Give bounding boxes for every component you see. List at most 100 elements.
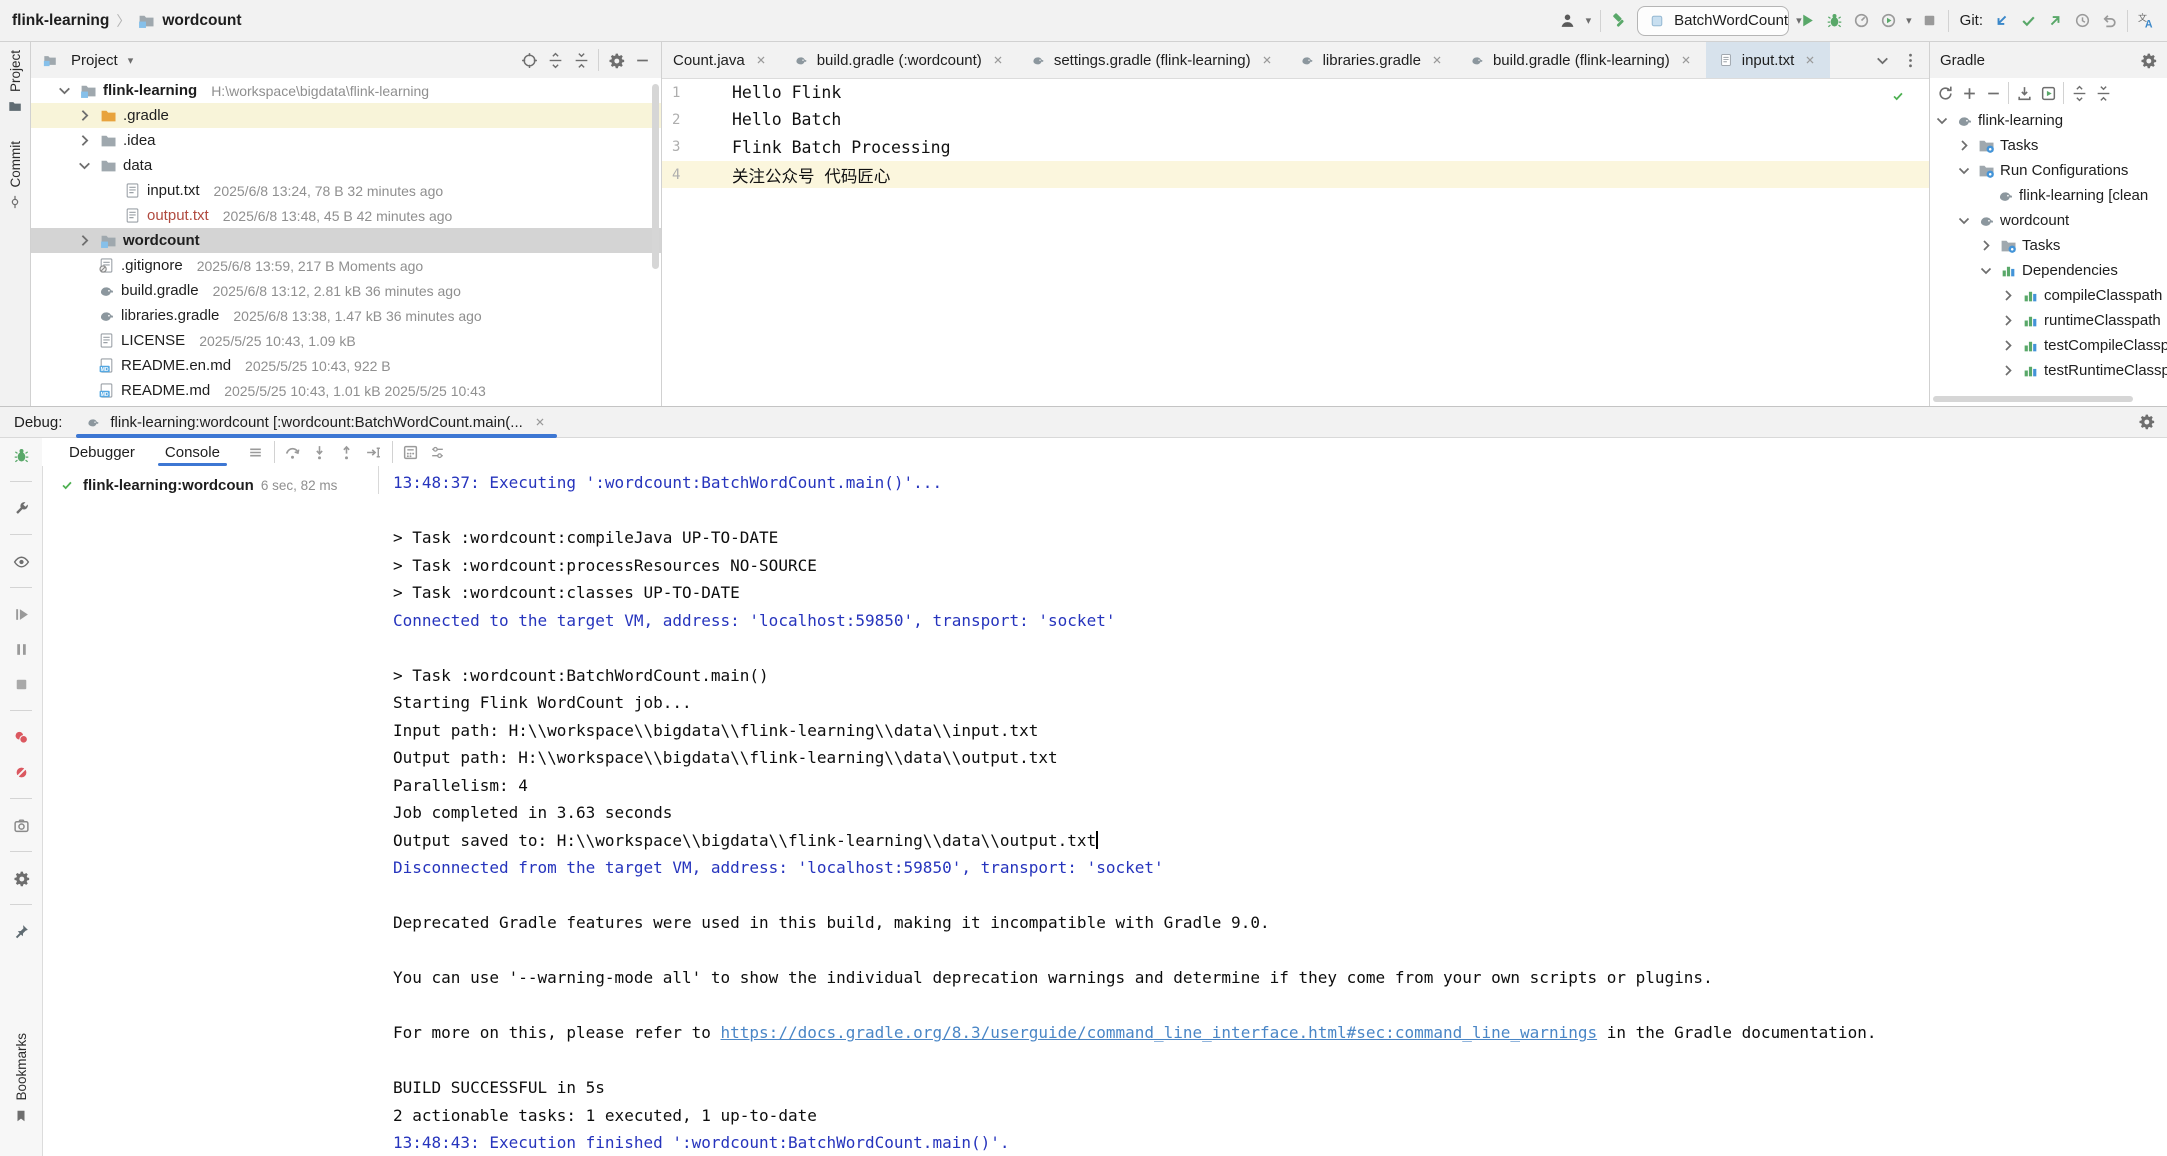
chevron-right-icon[interactable]	[2000, 287, 2016, 305]
git-update-button[interactable]	[1992, 12, 2010, 30]
step-out-button[interactable]	[338, 443, 356, 461]
gradle-tree-row[interactable]: runtimeClasspath	[1930, 308, 2167, 333]
breadcrumb-project[interactable]: flink-learning	[12, 12, 109, 30]
thread-dump-button[interactable]	[12, 816, 30, 834]
project-tree-row[interactable]: LICENSE2025/5/25 10:43, 1.09 kB	[31, 328, 661, 353]
gradle-tree-row[interactable]: flink-learning	[1930, 108, 2167, 133]
editor-tab-libraries.gradle[interactable]: libraries.gradle	[1287, 42, 1457, 78]
inspection-ok-icon[interactable]	[1889, 87, 1907, 105]
editor-tab-settings.gradle[interactable]: settings.gradle (flink-learning)	[1018, 42, 1287, 78]
debug-settings-wrench-icon[interactable]	[12, 499, 30, 517]
editor-content[interactable]: 1Hello Flink2Hello Batch3Flink Batch Pro…	[662, 79, 1929, 406]
chevron-down-icon[interactable]	[1978, 262, 1994, 280]
debug-button[interactable]	[1825, 12, 1843, 30]
project-settings-icon[interactable]	[607, 51, 625, 69]
run-status-row[interactable]: flink-learning:wordcoun 6 sec, 82 ms	[42, 466, 379, 494]
gradle-docs-link[interactable]: https://docs.gradle.org/8.3/userguide/co…	[721, 1023, 1598, 1042]
more-run-options-icon[interactable]: ▾	[1906, 14, 1912, 27]
hide-panel-button[interactable]	[633, 51, 651, 69]
editor-tab-build.gradle[interactable]: build.gradle (flink-learning)	[1457, 42, 1706, 78]
collapse-all-button[interactable]	[572, 51, 590, 69]
chevron-right-icon[interactable]	[1978, 237, 1994, 255]
pause-button[interactable]	[12, 640, 30, 658]
step-into-button[interactable]	[311, 443, 329, 461]
project-tree-row[interactable]: MDREADME.md2025/5/25 10:43, 1.01 kB 2025…	[31, 378, 661, 403]
project-tree-row[interactable]: flink-learningH:\workspace\bigdata\flink…	[31, 78, 661, 103]
gradle-download-sources-button[interactable]	[2015, 84, 2033, 102]
gradle-settings-icon[interactable]	[2139, 51, 2157, 69]
evaluate-expression-button[interactable]	[402, 443, 420, 461]
editor-tab-build.gradle[interactable]: build.gradle (:wordcount)	[781, 42, 1018, 78]
rollback-button[interactable]	[2100, 12, 2118, 30]
restore-layout-icon[interactable]	[429, 443, 447, 461]
chevron-right-icon[interactable]	[1956, 137, 1972, 155]
build-hammer-icon[interactable]	[1610, 12, 1628, 30]
run-with-coverage-button[interactable]	[1879, 12, 1897, 30]
breadcrumb-module[interactable]: wordcount	[162, 12, 241, 30]
view-options-icon[interactable]	[12, 552, 30, 570]
chevron-down-icon[interactable]	[75, 157, 93, 175]
sidebar-item-project[interactable]: Project	[6, 50, 24, 115]
translate-icon[interactable]: 文A	[2137, 12, 2155, 30]
chevron-right-icon[interactable]	[2000, 362, 2016, 380]
project-tree-row[interactable]: .idea	[31, 128, 661, 153]
close-tab-icon[interactable]	[1428, 51, 1446, 69]
gradle-remove-button[interactable]	[1984, 84, 2002, 102]
git-push-button[interactable]	[2046, 12, 2064, 30]
editor-line[interactable]: 2Hello Batch	[662, 106, 1929, 133]
layout-menu-icon[interactable]	[247, 443, 265, 461]
project-tree-row[interactable]: libraries.gradle2025/6/8 13:38, 1.47 kB …	[31, 303, 661, 328]
gradle-hscrollbar[interactable]	[1933, 396, 2133, 402]
debug-settings-icon[interactable]	[2137, 412, 2155, 430]
editor-tab-input.txt[interactable]: input.txt	[1706, 42, 1831, 78]
gradle-tree-row[interactable]: wordcount	[1930, 208, 2167, 233]
history-button[interactable]	[2073, 12, 2091, 30]
run-to-cursor-button[interactable]	[365, 443, 383, 461]
mute-breakpoints-button[interactable]	[12, 763, 30, 781]
close-tab-icon[interactable]	[752, 51, 770, 69]
view-breakpoints-button[interactable]	[12, 728, 30, 746]
project-tree-row[interactable]: build.gradle2025/6/8 13:12, 2.81 kB 36 m…	[31, 278, 661, 303]
gradle-tree-row[interactable]: Tasks	[1930, 133, 2167, 158]
editor-line[interactable]: 3Flink Batch Processing	[662, 134, 1929, 161]
close-tab-icon[interactable]	[1258, 51, 1276, 69]
user-dropdown-icon[interactable]: ▾	[1586, 14, 1592, 27]
chevron-right-icon[interactable]	[75, 132, 93, 150]
project-tree-row[interactable]: MDREADME.en.md2025/5/25 10:43, 922 B	[31, 353, 661, 378]
sidebar-item-commit[interactable]: Commit	[6, 141, 24, 211]
rerun-debug-button[interactable]	[12, 446, 30, 464]
debug-session-tab[interactable]: flink-learning:wordcount [:wordcount:Bat…	[72, 407, 560, 437]
expand-all-button[interactable]	[546, 51, 564, 69]
stop-process-button[interactable]	[12, 675, 30, 693]
project-tree-scrollbar[interactable]	[652, 84, 659, 269]
project-tree-row[interactable]: output.txt2025/6/8 13:48, 45 B 42 minute…	[31, 203, 661, 228]
project-tree-row[interactable]: data	[31, 153, 661, 178]
project-view-title[interactable]: Project	[71, 52, 118, 69]
project-tree-row[interactable]: input.txt2025/6/8 13:24, 78 B 32 minutes…	[31, 178, 661, 203]
user-icon[interactable]	[1559, 12, 1577, 30]
editor-line[interactable]: 1Hello Flink	[662, 79, 1929, 106]
project-tree-row[interactable]: .gitignore2025/6/8 13:59, 217 B Moments …	[31, 253, 661, 278]
git-commit-button[interactable]	[2019, 12, 2037, 30]
gradle-tree-row[interactable]: Dependencies	[1930, 258, 2167, 283]
pin-tab-icon[interactable]	[12, 922, 30, 940]
editor-line[interactable]: 4关注公众号 代码匠心	[662, 161, 1929, 188]
chevron-down-icon[interactable]	[1934, 112, 1950, 130]
gradle-collapse-all-button[interactable]	[2094, 84, 2112, 102]
run-configuration-selector[interactable]: BatchWordCount ▾	[1637, 6, 1789, 36]
gradle-tree-row[interactable]: testCompileClasspath	[1930, 333, 2167, 358]
project-tree-row[interactable]: .gradle	[31, 103, 661, 128]
gradle-tree-row[interactable]: Tasks	[1930, 233, 2167, 258]
gradle-expand-all-button[interactable]	[2070, 84, 2088, 102]
sidebar-item-bookmarks[interactable]: Bookmarks	[12, 1033, 30, 1156]
close-session-icon[interactable]	[531, 413, 549, 431]
close-tab-icon[interactable]	[1801, 51, 1819, 69]
editor-tab-Count.java[interactable]: Count.java	[662, 42, 781, 78]
chevron-right-icon[interactable]	[75, 107, 93, 125]
tab-debugger[interactable]: Debugger	[56, 438, 148, 466]
chevron-down-icon[interactable]	[1956, 162, 1972, 180]
debug-layout-settings-icon[interactable]	[12, 869, 30, 887]
project-view-dropdown-icon[interactable]: ▾	[128, 54, 134, 67]
project-tree-row[interactable]: wordcount	[31, 228, 661, 253]
gradle-tree-row[interactable]: Run Configurations	[1930, 158, 2167, 183]
